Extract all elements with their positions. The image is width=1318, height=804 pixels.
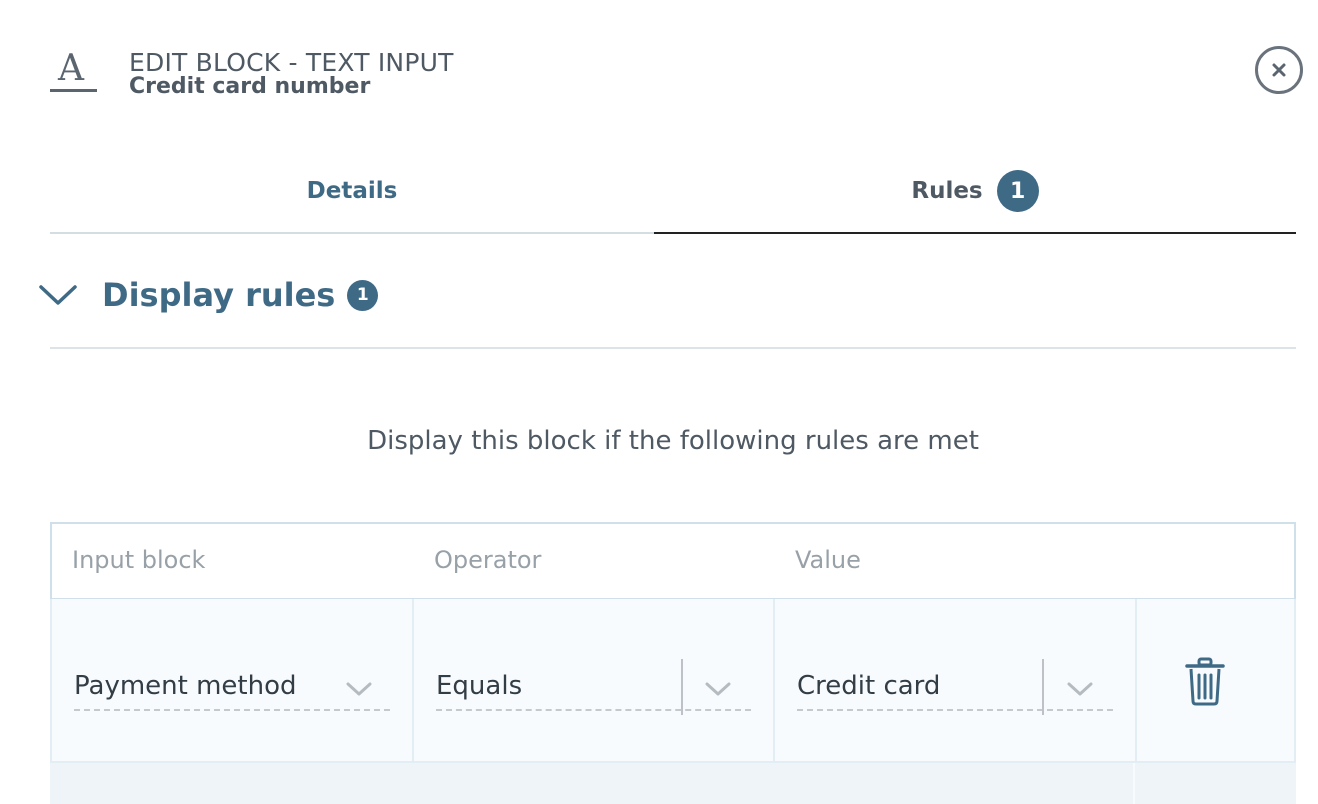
operator-cell: Equals (414, 599, 775, 761)
table-footer-row (50, 763, 1296, 804)
rules-count-badge: 1 (996, 170, 1039, 212)
column-header-input-block: Input block (72, 546, 206, 574)
select-separator (681, 659, 683, 715)
delete-cell (1137, 599, 1296, 761)
input-block-value: Payment method (74, 671, 297, 701)
tab-details[interactable]: Details (50, 150, 654, 234)
tab-bar: Details Rules 1 (50, 150, 1296, 234)
chevron-down-icon (1067, 682, 1093, 696)
select-separator (1042, 659, 1044, 715)
operator-select[interactable]: Equals (436, 659, 751, 715)
close-icon (1272, 63, 1286, 77)
operator-value: Equals (436, 671, 523, 701)
section-divider (50, 347, 1296, 349)
column-header-operator: Operator (434, 546, 542, 574)
text-input-glyph: A (58, 48, 84, 89)
column-header-value: Value (795, 546, 861, 574)
display-rules-toggle[interactable]: Display rules 1 (38, 268, 379, 322)
delete-rule-button[interactable] (1185, 657, 1225, 707)
value-select[interactable]: Credit card (797, 659, 1113, 715)
chevron-down-icon (39, 285, 77, 305)
rules-description: Display this block if the following rule… (367, 426, 979, 456)
edit-block-panel: A EDIT BLOCK - TEXT INPUT Credit card nu… (0, 0, 1318, 804)
value-cell: Credit card (775, 599, 1137, 761)
tab-rules[interactable]: Rules 1 (654, 150, 1296, 234)
value-value: Credit card (797, 671, 941, 701)
text-input-icon: A (50, 50, 98, 94)
input-block-cell: Payment method (52, 599, 414, 761)
table-row: Payment method Equals Credit card (50, 599, 1296, 763)
panel-kicker: EDIT BLOCK - TEXT INPUT (129, 48, 454, 77)
table-header: Input block Operator Value (50, 522, 1296, 600)
display-rules-badge: 1 (347, 279, 379, 311)
trash-icon (1185, 657, 1225, 706)
chevron-down-icon (705, 682, 731, 696)
chevron-down-icon (346, 682, 372, 696)
input-block-select[interactable]: Payment method (74, 671, 390, 711)
close-button[interactable] (1255, 46, 1303, 94)
display-rules-title: Display rules (102, 276, 336, 314)
tab-rules-label: Rules (911, 178, 983, 204)
rules-table: Input block Operator Value Payment metho… (50, 522, 1296, 804)
tab-details-label: Details (306, 178, 398, 204)
panel-title: Credit card number (129, 74, 371, 99)
